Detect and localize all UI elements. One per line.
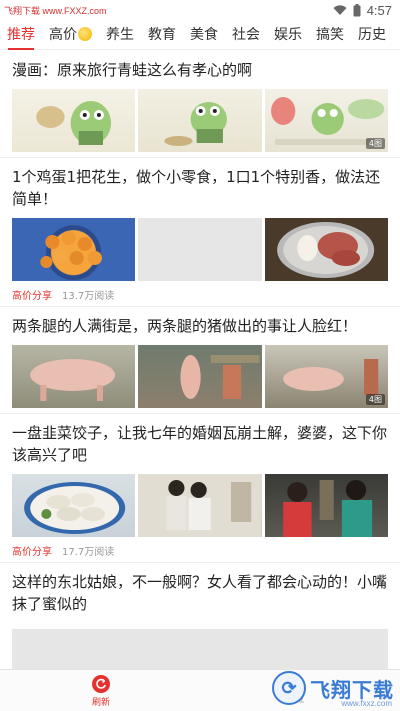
refresh-label: 刷新 [91,698,110,708]
news-feed[interactable]: 漫画：原来旅行青蛙这么有孝心的啊 4图 1个鸡蛋1把花生，做个小零食，1口1个特… [0,51,400,669]
frog-comic-image[interactable]: 4图 [264,89,388,152]
logo-domain: www.fxxz.com [341,699,392,708]
tab-label: 娱乐 [274,26,302,43]
article-thumbnails [12,218,388,281]
image-placeholder[interactable] [138,218,262,281]
source-label: 高价分享 [12,291,52,302]
couple-scene-image[interactable] [138,474,262,537]
tab-label: 推荐 [7,26,35,43]
category-tabs: 推荐 高价 养生 教育 美食 社会 娱乐 搞笑 历史 [0,22,400,50]
article-card[interactable]: 1个鸡蛋1把花生，做个小零食，1口1个特别香，做法还简单！ 高价分享 13.7万… [0,158,400,307]
tab-health[interactable]: 养生 [99,22,141,50]
image-placeholder[interactable] [12,629,388,669]
tab-label: 高价 [49,26,77,43]
article-title[interactable]: 1个鸡蛋1把花生，做个小零食，1口1个特别香，做法还简单！ [12,158,388,210]
article-title[interactable]: 两条腿的人满街是，两条腿的猪做出的事让人脸红！ [12,307,388,337]
tab-funny[interactable]: 搞笑 [309,22,351,50]
status-icons: 4:57 [333,3,392,18]
tab-society[interactable]: 社会 [225,22,267,50]
article-thumbnails [12,474,388,537]
frog-comic-image[interactable] [12,89,136,152]
article-thumbnails: 4图 [12,345,388,408]
article-card[interactable]: 一盘韭菜饺子，让我七年的婚姻瓦崩土解，婆婆，这下你该高兴了吧 高价分享 17.7… [0,414,400,563]
source-label: 高价分享 [12,547,52,558]
tab-label: 社会 [232,26,260,43]
logo-emblem-icon: ⟳ [272,671,306,705]
tab-label: 养生 [106,26,134,43]
tab-food[interactable]: 美食 [183,22,225,50]
article-title[interactable]: 一盘韭菜饺子，让我七年的婚姻瓦崩土解，婆婆，这下你该高兴了吧 [12,414,388,466]
read-count: 17.7万阅读 [62,547,115,558]
dumplings-image[interactable] [12,474,136,537]
coin-icon [78,26,92,41]
pig-image[interactable]: 4图 [264,345,388,408]
refresh-button[interactable]: 刷新 [86,675,116,708]
article-card[interactable]: 两条腿的人满街是，两条腿的猪做出的事让人脸红！ 4图 [0,307,400,414]
battery-icon [353,4,361,17]
status-bar: 飞翔下载 www.FXXZ.com 4:57 [0,0,400,22]
tab-high-price[interactable]: 高价 [42,22,99,50]
tab-label: 历史 [358,26,386,43]
fried-balls-image[interactable] [12,218,136,281]
tv-scene-image[interactable] [264,474,388,537]
image-count-badge: 4图 [365,394,385,405]
image-count-badge: 4图 [365,138,385,149]
tab-history[interactable]: 历史 [351,22,393,50]
pig-image[interactable] [138,345,262,408]
refresh-icon [92,675,110,693]
wifi-icon [333,5,347,15]
tab-education[interactable]: 教育 [141,22,183,50]
tab-recommend[interactable]: 推荐 [0,22,42,50]
tab-entertainment[interactable]: 娱乐 [267,22,309,50]
egg-and-peanuts-image[interactable] [264,218,388,281]
clock: 4:57 [366,3,392,18]
site-logo: ⟳ 飞翔下载 www.fxxz.com [272,668,394,708]
article-meta: 高价分享 13.7万阅读 [12,281,388,310]
pig-image[interactable] [12,345,136,408]
article-thumbnails: 4图 [12,89,388,152]
read-count: 13.7万阅读 [62,291,115,302]
tab-label: 教育 [148,26,176,43]
article-title[interactable]: 漫画：原来旅行青蛙这么有孝心的啊 [12,51,388,81]
watermark-text: 飞翔下载 www.FXXZ.com [4,6,107,16]
article-card[interactable]: 这样的东北姑娘，不一般啊？女人看了都会心动的！小嘴抹了蜜似的 [0,563,400,669]
tab-label: 搞笑 [316,26,344,43]
article-thumbnails [12,629,388,669]
article-meta: 高价分享 17.7万阅读 [12,537,388,566]
tab-label: 美食 [190,26,218,43]
article-card[interactable]: 漫画：原来旅行青蛙这么有孝心的啊 4图 [0,51,400,158]
article-title[interactable]: 这样的东北姑娘，不一般啊？女人看了都会心动的！小嘴抹了蜜似的 [12,563,388,615]
frog-comic-image[interactable] [138,89,262,152]
